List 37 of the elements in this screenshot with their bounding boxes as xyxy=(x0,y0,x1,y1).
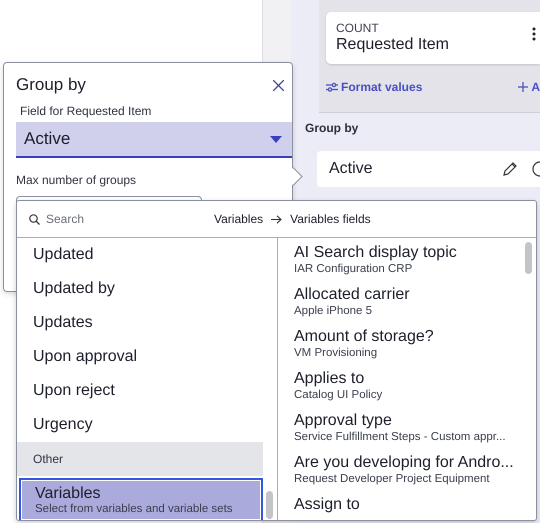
variable-option[interactable]: Approval type Service Fulfillment Steps - Custom appr... xyxy=(278,406,522,448)
breadcrumb-item[interactable]: Variables xyxy=(214,212,264,226)
popup-title: Group by xyxy=(16,75,86,95)
scrollbar-thumb[interactable] xyxy=(266,491,273,519)
group-by-label: Group by xyxy=(305,121,360,135)
field-option[interactable]: Urgency xyxy=(17,408,263,442)
arrow-right-icon xyxy=(271,214,282,224)
group-header: Other xyxy=(17,442,263,476)
variable-option[interactable]: AI Search display topic IAR Configuration CRP xyxy=(278,238,522,280)
format-values-link[interactable]: Format values xyxy=(326,80,422,94)
more-options-icon[interactable] xyxy=(532,27,536,41)
variable-option[interactable]: Allocated carrier Apple iPhone 5 xyxy=(278,280,522,322)
add-link[interactable]: A xyxy=(518,80,540,94)
max-groups-label: Max number of groups xyxy=(16,173,138,187)
plus-icon xyxy=(518,82,528,92)
field-option[interactable]: Upon approval xyxy=(17,340,263,374)
field-option[interactable]: Upon reject xyxy=(17,374,263,408)
pencil-icon[interactable] xyxy=(502,161,518,177)
field-option[interactable]: Updated by xyxy=(17,272,263,306)
field-select[interactable]: Active xyxy=(16,122,292,158)
group-by-chip[interactable]: Active xyxy=(317,151,540,187)
search-icon xyxy=(29,214,40,224)
sliders-icon xyxy=(326,82,338,92)
caret-icon xyxy=(270,136,282,142)
close-icon[interactable] xyxy=(273,80,284,90)
field-option[interactable]: Variables Select from variables and variable sets xyxy=(19,478,263,520)
variable-option[interactable]: Are you developing for Andro... Request Developer Project Equipment xyxy=(278,448,522,490)
breadcrumb-item[interactable]: Variables fields xyxy=(290,212,371,226)
variable-option[interactable]: Amount of storage? VM Provisioning xyxy=(278,322,522,364)
variable-option[interactable]: Applies to Catalog UI Policy xyxy=(278,364,522,406)
field-option[interactable]: Updates xyxy=(17,306,263,340)
variable-option[interactable]: Assign to xyxy=(278,490,522,520)
field-option[interactable]: Updated xyxy=(17,238,263,272)
aggregation-label: COUNT xyxy=(336,21,380,35)
field-label: Field for Requested Item xyxy=(20,104,152,118)
metric-name: Requested Item xyxy=(336,36,449,54)
scrollbar-thumb[interactable] xyxy=(525,242,532,274)
